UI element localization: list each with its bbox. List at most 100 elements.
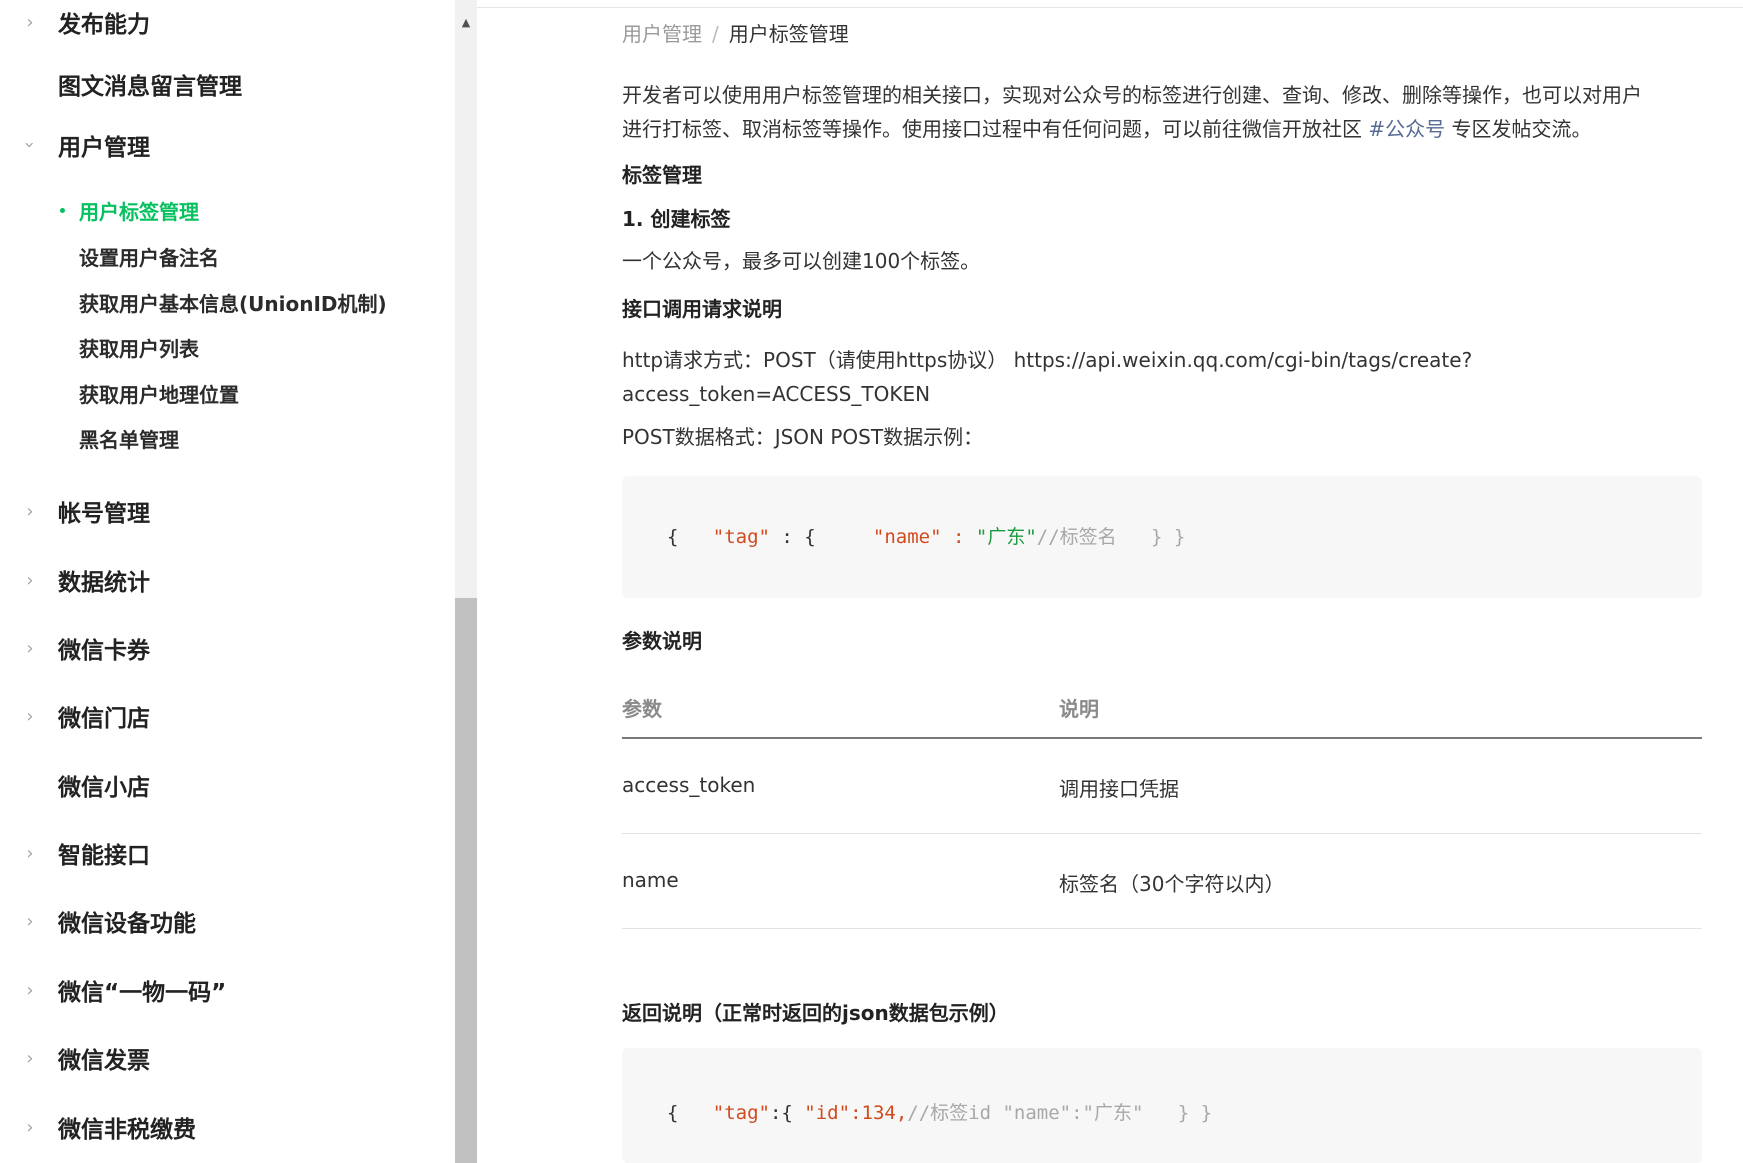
sidebar-item-invoice[interactable]: › 微信发票: [0, 1038, 455, 1078]
code-comment: //标签名: [1036, 526, 1117, 548]
sidebar-item-label: 微信设备功能: [58, 911, 196, 937]
table-cell: access_token: [622, 773, 756, 797]
params-title: 参数说明: [622, 629, 702, 653]
table-row-divider: [622, 833, 1702, 834]
sidebar-item-smart-api[interactable]: › 智能接口: [0, 833, 455, 873]
breadcrumb-current: 用户标签管理: [728, 22, 849, 46]
request-code-block: { "tag" : { "name" : "广东"//标签名 } }: [622, 476, 1702, 598]
code-token: "tag": [712, 1102, 770, 1124]
sidebar-subitem-label: 获取用户地理位置: [79, 382, 239, 407]
chevron-down-icon: ›: [19, 141, 41, 149]
sidebar-item-label: 微信发票: [58, 1048, 150, 1074]
code-token: :134,: [850, 1102, 908, 1124]
chevron-right-icon: ›: [26, 1047, 34, 1069]
sidebar-item-devices[interactable]: › 微信设备功能: [0, 901, 455, 941]
chevron-right-icon: ›: [26, 910, 34, 932]
table-cell: name: [622, 868, 679, 892]
return-title: 返回说明（正常时返回的json数据包示例）: [622, 1001, 1009, 1025]
http-line-1: http请求方式：POST（请使用https协议） https://api.we…: [622, 348, 1473, 372]
response-code-block: { "tag":{ "id":134,//标签id "name":"广东" } …: [622, 1048, 1702, 1163]
sidebar-subitem-remark[interactable]: 设置用户备注名: [0, 239, 455, 273]
code-token: "tag": [712, 526, 770, 548]
sidebar-item-one-code[interactable]: › 微信“一物一码”: [0, 970, 455, 1010]
breadcrumb-separator: /: [712, 22, 719, 46]
post-format-text: POST数据格式：JSON POST数据示例：: [622, 425, 984, 449]
intro-line-2: 进行打标签、取消标签等操作。使用接口过程中有任何问题，可以前往微信开放社区 #公…: [622, 112, 1704, 146]
sidebar-item-label: 发布能力: [58, 12, 150, 38]
table-header-divider: [622, 737, 1702, 739]
sidebar-nav: › 发布能力 图文消息留言管理 › 用户管理 用户标签管理 设置用户备注名 获取…: [0, 0, 455, 1163]
code-token: : {: [769, 526, 873, 548]
sidebar-subitem-blacklist[interactable]: 黑名单管理: [0, 421, 455, 455]
scroll-up-arrow-icon[interactable]: ▲: [455, 8, 477, 36]
code-token: {: [667, 1102, 713, 1124]
sidebar-item-cards[interactable]: › 微信卡券: [0, 628, 455, 668]
sidebar-item-user-management[interactable]: › 用户管理: [0, 125, 455, 165]
sidebar-item-label: 微信“一物一码”: [58, 980, 227, 1006]
intro-text: 专区发帖交流。: [1445, 117, 1592, 141]
chevron-right-icon: ›: [26, 842, 34, 864]
chevron-right-icon: ›: [26, 705, 34, 727]
sidebar-subitem-user-list[interactable]: 获取用户列表: [0, 330, 455, 364]
table-cell: 调用接口凭据: [1059, 777, 1179, 801]
code-token: } }: [1116, 526, 1186, 548]
code-token: {: [667, 526, 713, 548]
sidebar-item-shop[interactable]: 微信小店: [0, 765, 455, 805]
code-token: "id": [804, 1102, 851, 1124]
sidebar-item-label: 微信小店: [58, 775, 150, 801]
params-table: 参数 说明 access_token 调用接口凭据 name 标签名（30个字符…: [622, 680, 1702, 930]
sidebar-subitem-userinfo[interactable]: 获取用户基本信息(UnionID机制): [0, 285, 455, 319]
breadcrumb: 用户管理 / 用户标签管理: [622, 18, 849, 47]
sidebar-item-statistics[interactable]: › 数据统计: [0, 560, 455, 600]
sidebar-item-label: 用户管理: [58, 135, 150, 161]
code-line: { "tag" : { "name" : "广东"//标签名 } }: [667, 522, 1185, 549]
sidebar-item-label: 数据统计: [58, 570, 150, 596]
table-header-param: 参数: [622, 697, 662, 721]
code-line: { "tag":{ "id":134,//标签id "name":"广东" } …: [667, 1098, 1212, 1125]
sidebar-subitem-label: 黑名单管理: [79, 427, 179, 452]
table-row-divider: [622, 928, 1702, 929]
sidebar-subitem-location[interactable]: 获取用户地理位置: [0, 376, 455, 410]
breadcrumb-parent-link[interactable]: 用户管理: [622, 22, 702, 46]
sidebar-item-account[interactable]: › 帐号管理: [0, 491, 455, 531]
sidebar-scrollbar-thumb[interactable]: [455, 598, 477, 1163]
sidebar-item-label: 微信门店: [58, 706, 150, 732]
code-token: } }: [1143, 1102, 1213, 1124]
sidebar-item-nontax[interactable]: › 微信非税缴费: [0, 1107, 455, 1147]
sidebar-item-publish[interactable]: › 发布能力: [0, 2, 455, 42]
chevron-right-icon: ›: [26, 979, 34, 1001]
code-token: "广东": [975, 526, 1037, 548]
sidebar-subitem-label: 设置用户备注名: [79, 245, 219, 270]
chevron-right-icon: ›: [26, 11, 34, 33]
table-header-desc: 说明: [1059, 697, 1099, 721]
api-request-title: 接口调用请求说明: [622, 297, 782, 321]
section-title: 标签管理: [622, 163, 702, 187]
intro-text: 进行打标签、取消标签等操作。使用接口过程中有任何问题，可以前往微信开放社区: [622, 117, 1369, 141]
community-link[interactable]: #公众号: [1368, 117, 1445, 141]
intro-paragraph: 开发者可以使用用户标签管理的相关接口，实现对公众号的标签进行创建、查询、修改、删…: [622, 78, 1704, 146]
chevron-right-icon: ›: [26, 569, 34, 591]
chevron-right-icon: ›: [26, 637, 34, 659]
sidebar-subitem-user-tags[interactable]: 用户标签管理: [0, 193, 455, 227]
sidebar-item-stores[interactable]: › 微信门店: [0, 696, 455, 736]
sidebar-item-label: 智能接口: [58, 843, 150, 869]
step-description: 一个公众号，最多可以创建100个标签。: [622, 249, 981, 273]
sidebar-item-label: 图文消息留言管理: [58, 74, 242, 100]
code-token: "name": [872, 526, 942, 548]
http-request-text: http请求方式：POST（请使用https协议） https://api.we…: [622, 343, 1704, 411]
step-title: 1. 创建标签: [622, 207, 731, 231]
chevron-right-icon: ›: [26, 1116, 34, 1138]
code-token: :: [941, 526, 976, 548]
code-comment: //标签id "name":"广东": [907, 1102, 1144, 1124]
table-cell: 标签名（30个字符以内）: [1059, 872, 1285, 896]
sidebar-subitem-label: 获取用户列表: [79, 336, 199, 361]
sidebar-item-comments[interactable]: 图文消息留言管理: [0, 64, 455, 104]
active-dot-icon: [60, 208, 65, 213]
sidebar-subitem-label: 获取用户基本信息(UnionID机制): [79, 291, 387, 316]
code-token: :{: [769, 1102, 805, 1124]
sidebar-item-label: 微信卡券: [58, 638, 150, 664]
intro-line-1: 开发者可以使用用户标签管理的相关接口，实现对公众号的标签进行创建、查询、修改、删…: [622, 83, 1642, 107]
http-line-2: access_token=ACCESS_TOKEN: [622, 382, 931, 406]
sidebar-item-label: 帐号管理: [58, 501, 150, 527]
sidebar-subitem-label: 用户标签管理: [79, 199, 199, 224]
